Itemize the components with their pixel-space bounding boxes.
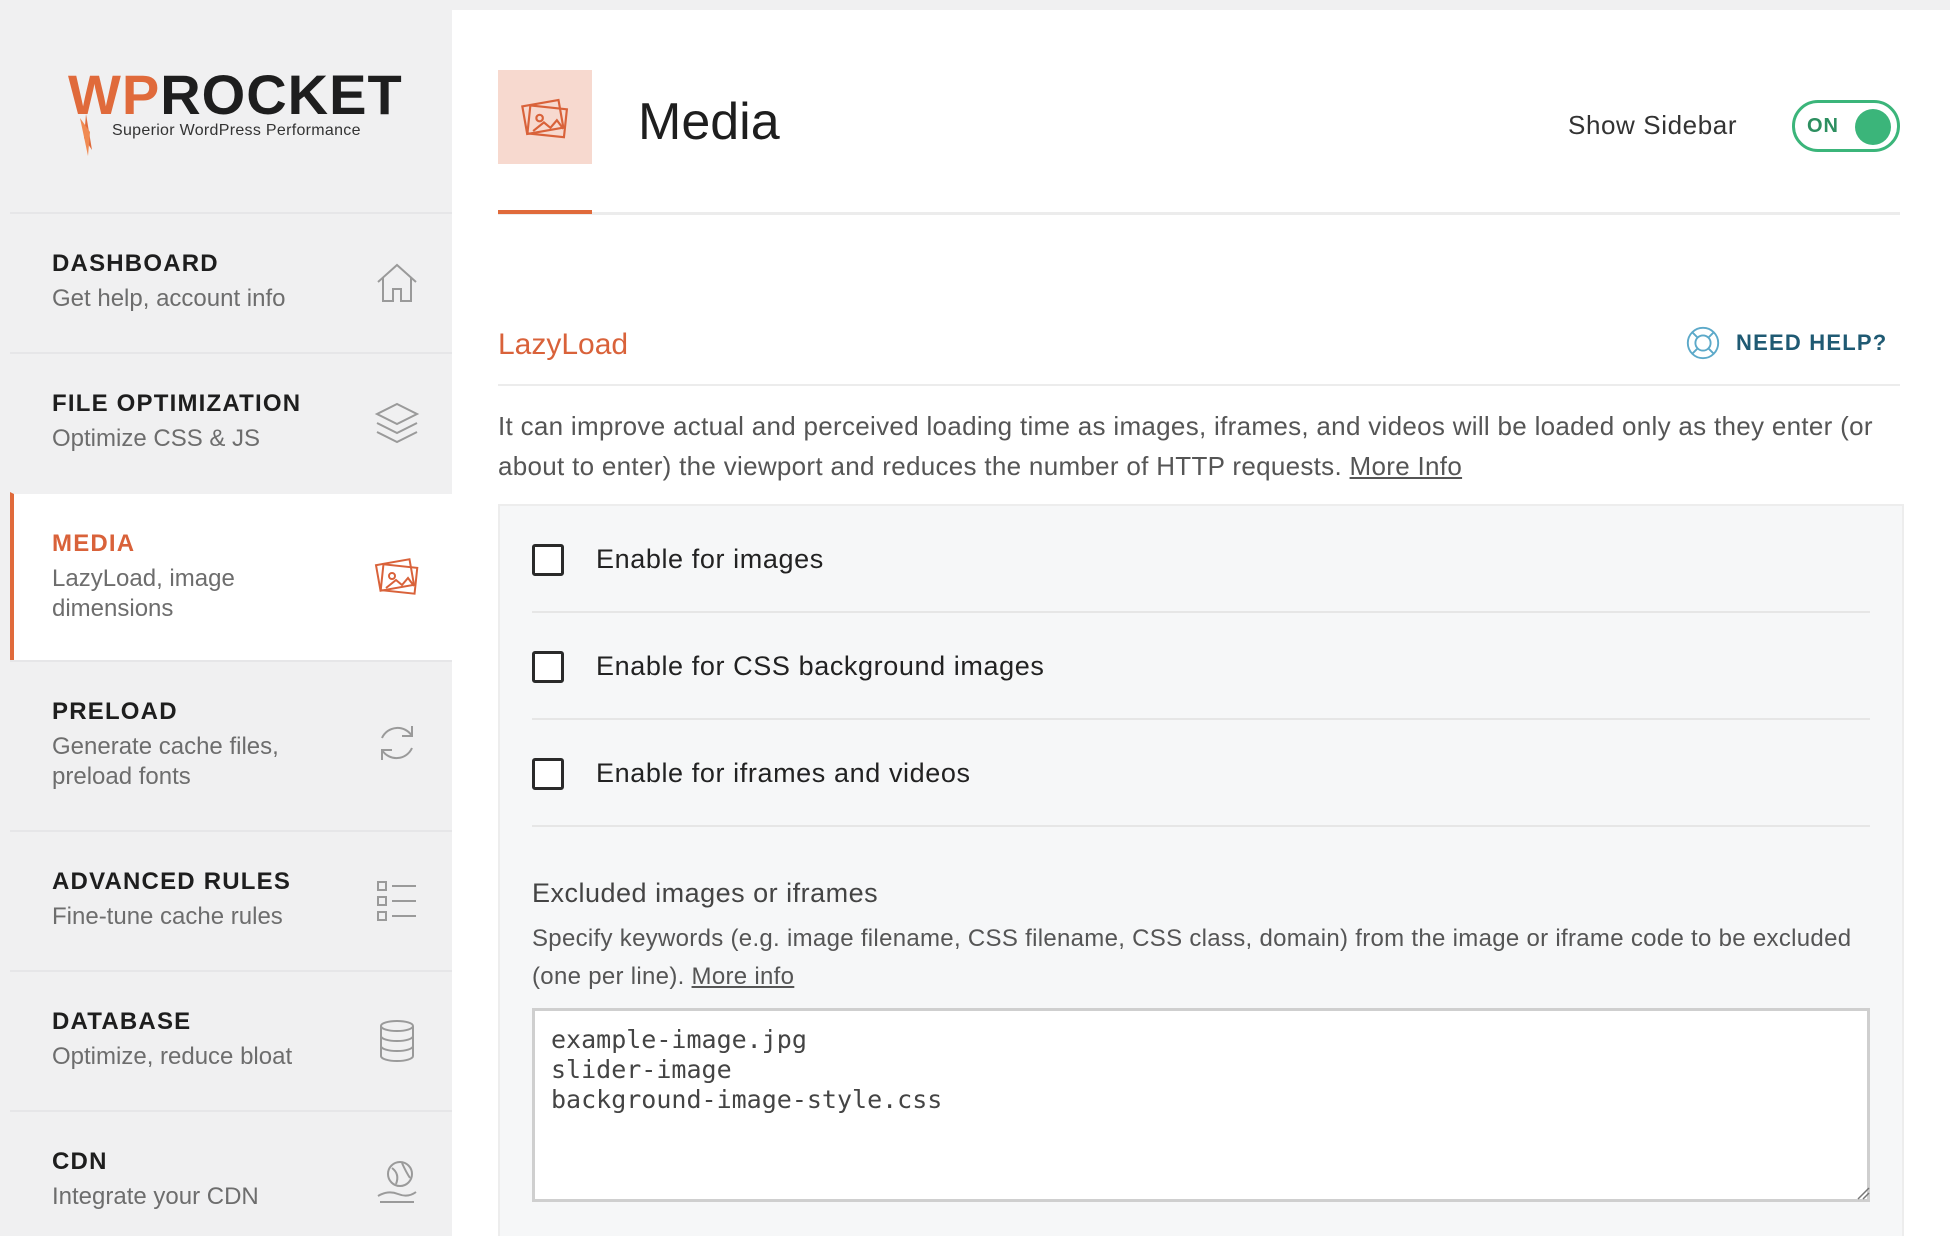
excluded-title: Excluded images or iframes <box>532 878 879 908</box>
option-label: Enable for CSS background images <box>596 651 1045 681</box>
sidebar-item-subtitle: Generate cache files, preload fonts <box>52 733 279 790</box>
wp-rocket-logo[interactable]: WPROCKET Superior WordPress Performance <box>68 62 408 162</box>
logo-wordmark: WPROCKET <box>68 62 403 127</box>
refresh-icon <box>372 718 422 768</box>
home-icon <box>372 258 422 308</box>
sidebar: WPROCKET Superior WordPress Performance … <box>0 0 452 1236</box>
logo-wp: WP <box>68 63 161 126</box>
toggle-label: ON <box>1807 115 1839 137</box>
checkbox[interactable] <box>532 758 564 790</box>
show-sidebar-label: Show Sidebar <box>1568 110 1738 140</box>
sidebar-item-database[interactable]: DATABASE Optimize, reduce bloat <box>10 970 452 1110</box>
more-info-link[interactable]: More Info <box>1350 451 1463 481</box>
main-panel: Media Show Sidebar ON LazyLoad NEED HELP… <box>452 10 1950 1236</box>
sidebar-item-cdn[interactable]: CDN Integrate your CDN <box>10 1110 452 1236</box>
logo-tagline: Superior WordPress Performance <box>112 122 361 139</box>
sidebar-item-subtitle: Get help, account info <box>52 285 286 312</box>
lazyload-description: It can improve actual and perceived load… <box>498 406 1902 486</box>
option-enable-css-background-images[interactable]: Enable for CSS background images <box>532 613 1870 720</box>
checkbox[interactable] <box>532 651 564 683</box>
section-divider <box>498 384 1900 386</box>
section-title-lazyload: LazyLoad <box>498 328 629 361</box>
option-enable-images[interactable]: Enable for images <box>532 506 1870 613</box>
resize-handle-icon[interactable] <box>1856 1186 1870 1200</box>
show-sidebar-toggle[interactable]: ON <box>1792 100 1900 152</box>
excluded-description: Specify keywords (e.g. image filename, C… <box>532 920 1872 996</box>
sidebar-item-subtitle: Fine-tune cache rules <box>52 903 283 930</box>
layers-icon <box>372 398 422 448</box>
logo-rocket: ROCKET <box>160 63 403 126</box>
sidebar-item-subtitle: Optimize CSS & JS <box>52 425 261 452</box>
cdn-icon <box>372 1156 422 1206</box>
page-title: Media <box>638 93 780 151</box>
checklist-icon <box>372 876 422 926</box>
checkbox[interactable] <box>532 544 564 576</box>
sidebar-item-subtitle: Optimize, reduce bloat <box>52 1043 293 1070</box>
media-header-icon-box <box>498 70 592 164</box>
lifebuoy-icon <box>1686 326 1720 360</box>
excluded-textarea[interactable]: example-image.jpg slider-image backgroun… <box>532 1008 1870 1202</box>
database-icon <box>372 1016 422 1066</box>
option-label: Enable for iframes and videos <box>596 758 971 788</box>
sidebar-item-dashboard[interactable]: DASHBOARD Get help, account info <box>10 212 452 352</box>
sidebar-nav: DASHBOARD Get help, account info FILE OP… <box>10 212 452 1236</box>
excluded-more-info-link[interactable]: More info <box>692 963 795 990</box>
header-divider <box>498 212 1900 215</box>
need-help-link[interactable]: NEED HELP? <box>1684 324 1887 362</box>
lazyload-description-text: It can improve actual and perceived load… <box>498 411 1873 481</box>
sidebar-item-subtitle: Integrate your CDN <box>52 1183 259 1210</box>
toggle-knob <box>1855 109 1891 145</box>
sidebar-item-advanced-rules[interactable]: ADVANCED RULES Fine-tune cache rules <box>10 830 452 970</box>
option-label: Enable for images <box>596 544 824 574</box>
images-icon <box>372 550 422 600</box>
sidebar-item-preload[interactable]: PRELOAD Generate cache files, preload fo… <box>10 660 452 830</box>
sidebar-item-subtitle: LazyLoad, image dimensions <box>52 565 235 622</box>
images-icon <box>521 98 569 139</box>
header-divider-accent <box>498 210 592 214</box>
sidebar-item-file-optimization[interactable]: FILE OPTIMIZATION Optimize CSS & JS <box>10 352 452 492</box>
sidebar-item-media[interactable]: MEDIA LazyLoad, image dimensions <box>10 492 452 660</box>
lazyload-options-panel: Enable for images Enable for CSS backgro… <box>498 504 1904 1236</box>
need-help-label: NEED HELP? <box>1736 330 1888 355</box>
option-enable-iframes-videos[interactable]: Enable for iframes and videos <box>532 720 1870 827</box>
